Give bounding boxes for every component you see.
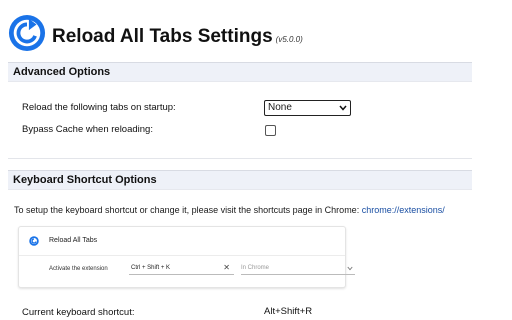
reload-circle-icon: [8, 14, 46, 52]
reload-circle-icon: [29, 236, 39, 246]
chrome-extensions-link[interactable]: chrome://extensions/: [362, 205, 445, 215]
reload-startup-label: Reload the following tabs on startup:: [22, 102, 176, 113]
bypass-cache-checkbox[interactable]: [265, 125, 276, 136]
chevron-down-icon: [347, 266, 353, 271]
card-shortcut-value: Ctrl + Shift + K: [131, 265, 171, 271]
card-scope-select: In Chrome: [241, 263, 355, 275]
page-title: Reload All Tabs Settings (v5.0.0): [52, 26, 303, 47]
section-heading: Keyboard Shortcut Options: [13, 174, 157, 186]
card-action-label: Activate the extension: [49, 266, 108, 272]
header: Reload All Tabs Settings (v5.0.0): [0, 0, 512, 60]
select-value: None: [268, 102, 292, 113]
advanced-options-header: Advanced Options: [8, 62, 472, 82]
card-scope-value: In Chrome: [241, 265, 270, 271]
current-shortcut-value: Alt+Shift+R: [264, 306, 313, 317]
keyboard-options-header: Keyboard Shortcut Options: [8, 170, 472, 190]
card-extension-name: Reload All Tabs: [49, 237, 98, 244]
shortcut-preview-card: Reload All Tabs Activate the extension C…: [18, 226, 355, 288]
shortcut-info-text: To setup the keyboard shortcut or change…: [14, 205, 445, 215]
divider: [8, 158, 472, 159]
divider: [19, 255, 345, 256]
bypass-cache-label: Bypass Cache when reloading:: [22, 124, 153, 135]
section-heading: Advanced Options: [13, 66, 111, 78]
version-label: (v5.0.0): [275, 35, 303, 44]
card-shortcut-field: Ctrl + Shift + K ✕: [129, 263, 234, 275]
chevron-down-icon: [339, 105, 347, 111]
current-shortcut-label: Current keyboard shortcut:: [22, 307, 135, 318]
close-icon: ✕: [223, 263, 230, 272]
reload-startup-select[interactable]: None: [264, 100, 351, 116]
